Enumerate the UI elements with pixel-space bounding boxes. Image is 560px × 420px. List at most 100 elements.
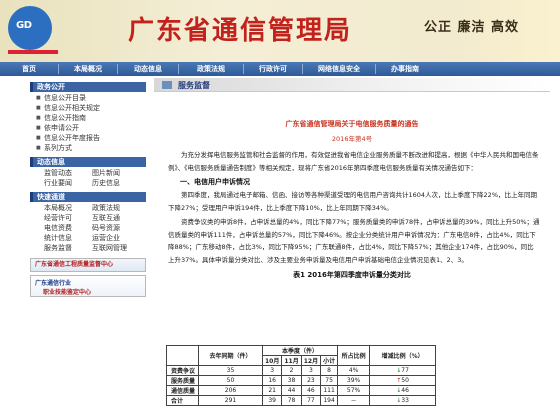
article-intro: 为充分发挥电信服务监管和社会监督的作用，有效促进我省电信企业服务质量不断改进和提… xyxy=(168,151,539,172)
cell-month: 39 xyxy=(261,395,283,406)
sidebar: 政务公开 信息公开目录 信息公开相关规定 信息公开指南 依申请公开 信息公开年度… xyxy=(30,80,146,297)
gov-open-list: 信息公开目录 信息公开相关规定 信息公开指南 依申请公开 信息公开年度报告 系列… xyxy=(30,92,146,155)
cell-month: 3 xyxy=(261,365,283,376)
sidebar-link-history[interactable]: 历史信息 xyxy=(92,178,140,188)
cell-month: 16 xyxy=(261,375,283,386)
table-header-month: 10月 xyxy=(261,355,283,366)
section-marker xyxy=(162,81,172,89)
sidebar-item-guide[interactable]: 信息公开指南 xyxy=(36,113,146,123)
nav-item-home[interactable]: 首页 xyxy=(0,64,58,74)
sidebar-item-contact[interactable]: 系列方式 xyxy=(36,143,146,153)
table-row: 合计 291 39 78 77 194 － ↓33 xyxy=(166,395,437,406)
cell-subtotal: 111 xyxy=(320,385,339,396)
sidebar-item-annual-report[interactable]: 信息公开年度报告 xyxy=(36,133,146,143)
cell-growth: ↓46 xyxy=(369,385,437,396)
cell-last-year: 50 xyxy=(198,375,263,386)
article-paragraph-2: 资费争议类的申诉8件，占申诉总量的4%，同比下降77%；服务质量类的申诉78件，… xyxy=(168,218,540,264)
article-number: 2016年第4号 xyxy=(331,135,373,143)
cell-subtotal: 194 xyxy=(320,395,339,406)
site-slogan: 公正 廉洁 高效 xyxy=(424,20,520,35)
section-title: 服务监督 xyxy=(178,81,210,90)
table-header-this-quarter: 本季度（件） xyxy=(261,345,339,356)
cell-month: 21 xyxy=(261,385,283,396)
banner-subtitle: 职业技能鉴定中心 xyxy=(43,289,92,296)
cell-growth: ↓77 xyxy=(369,365,437,376)
growth-value: 46 xyxy=(401,387,409,394)
sidebar-link-photo-news[interactable]: 图片新闻 xyxy=(92,168,140,178)
quick-link-statistics[interactable]: 统计信息 xyxy=(44,233,92,243)
sidebar-item-regulations[interactable]: 信息公开相关规定 xyxy=(36,103,146,113)
row-label: 合计 xyxy=(166,395,199,406)
main-content: 服务监督 广东省通信管理局关于电信服务质量的通告 2016年第4号 为充分发挥电… xyxy=(154,78,550,280)
site-header: GD 广东省通信管理局 公正 廉洁 高效 xyxy=(0,0,560,62)
cell-month: 3 xyxy=(300,365,322,376)
table-caption: 表1 2016年第四季度申诉量分类对比 xyxy=(293,271,411,279)
sidebar-item-catalog[interactable]: 信息公开目录 xyxy=(36,93,146,103)
table-header-share: 所占比例 xyxy=(337,345,371,366)
nav-item-security[interactable]: 网络信息安全 xyxy=(303,64,375,74)
cell-month: 78 xyxy=(281,395,302,406)
quick-grid: 本局概况 政策法规 经营许可 互联互通 电信资费 码号资源 统计信息 运营企业 … xyxy=(30,202,146,255)
quick-link-service[interactable]: 服务监督 xyxy=(44,243,92,253)
cell-growth: ↑50 xyxy=(369,375,437,386)
sidebar-heading-quick: 快速通道 xyxy=(30,192,146,202)
article-paragraph-1: 第四季度，我局通过电子邮箱、信函、接访等各种渠道受理的电信用户咨询共计1604人… xyxy=(168,191,537,212)
nav-item-news[interactable]: 动态信息 xyxy=(118,64,178,74)
nav-item-guide[interactable]: 办事指南 xyxy=(376,64,434,74)
main-nav: 首页 本局概况 动态信息 政策法规 行政许可 网络信息安全 办事指南 xyxy=(0,62,560,76)
row-label: 服务质量 xyxy=(166,375,199,386)
cell-last-year: 206 xyxy=(198,385,263,396)
article-title: 广东省通信管理局关于电信服务质量的通告 xyxy=(285,120,419,128)
logo-text: GD xyxy=(16,20,32,31)
quick-link-policy[interactable]: 政策法规 xyxy=(92,203,140,213)
row-label: 通信质量 xyxy=(166,385,199,396)
news-grid: 监管动态 图片新闻 行业要闻 历史信息 xyxy=(30,167,146,190)
cell-subtotal: 75 xyxy=(320,375,339,386)
quick-link-interconnect[interactable]: 互联互通 xyxy=(92,213,140,223)
sidebar-link-supervision[interactable]: 监管动态 xyxy=(44,168,92,178)
cell-subtotal: 8 xyxy=(320,365,339,376)
cell-share: 57% xyxy=(337,385,371,396)
quick-link-license[interactable]: 经营许可 xyxy=(44,213,92,223)
cell-growth: ↓33 xyxy=(369,395,437,406)
cell-month: 46 xyxy=(300,385,322,396)
cell-month: 77 xyxy=(300,395,322,406)
quick-link-internet[interactable]: 互联网管理 xyxy=(92,243,140,253)
sidebar-item-request[interactable]: 依申请公开 xyxy=(36,123,146,133)
banner-title: 广东通信行业 xyxy=(35,280,72,287)
logo-underline xyxy=(8,50,58,54)
site-title: 广东省通信管理局 xyxy=(128,16,353,46)
table-header-subtotal: 小计 xyxy=(320,355,339,366)
complaint-stats-table: 去年同期（件） 本季度（件） 所占比例 增减比例（%） 10月 11月 12月 … xyxy=(166,345,437,406)
table-row: 服务质量 50 16 38 23 75 39% ↑50 xyxy=(166,375,437,386)
sidebar-heading-news: 动态信息 xyxy=(30,157,146,167)
table-header-blank xyxy=(166,345,199,366)
cell-month: 38 xyxy=(281,375,302,386)
quick-link-operators[interactable]: 运营企业 xyxy=(92,233,140,243)
cell-share: 4% xyxy=(337,365,371,376)
growth-value: 33 xyxy=(401,397,409,404)
table-header-last-year: 去年同期（件） xyxy=(198,345,263,366)
skills-center-banner[interactable]: 广东通信行业 职业技能鉴定中心 xyxy=(30,275,146,297)
sidebar-heading-gov-open: 政务公开 xyxy=(30,82,146,92)
quick-link-about[interactable]: 本局概况 xyxy=(44,203,92,213)
cell-month: 2 xyxy=(281,365,302,376)
quick-link-numbering[interactable]: 码号资源 xyxy=(92,223,140,233)
nav-item-about[interactable]: 本局概况 xyxy=(59,64,117,74)
cell-share: － xyxy=(337,395,371,406)
table-header-month: 12月 xyxy=(300,355,322,366)
growth-value: 50 xyxy=(401,377,409,384)
table-header-growth: 增减比例（%） xyxy=(369,345,437,366)
cell-month: 23 xyxy=(300,375,322,386)
nav-item-license[interactable]: 行政许可 xyxy=(244,64,302,74)
quality-center-banner[interactable]: 广东省通信工程质量监督中心 xyxy=(30,258,146,272)
cell-last-year: 35 xyxy=(198,365,263,376)
row-label: 资费争议 xyxy=(166,365,199,376)
quick-link-tariff[interactable]: 电信资费 xyxy=(44,223,92,233)
sidebar-link-industry-news[interactable]: 行业要闻 xyxy=(44,178,92,188)
page-root: GD 广东省通信管理局 公正 廉洁 高效 首页 本局概况 动态信息 政策法规 行… xyxy=(0,0,560,420)
nav-item-policy[interactable]: 政策法规 xyxy=(179,64,243,74)
cell-share: 39% xyxy=(337,375,371,386)
table-row: 通信质量 206 21 44 46 111 57% ↓46 xyxy=(166,385,437,396)
table-row: 资费争议 35 3 2 3 8 4% ↓77 xyxy=(166,365,437,376)
